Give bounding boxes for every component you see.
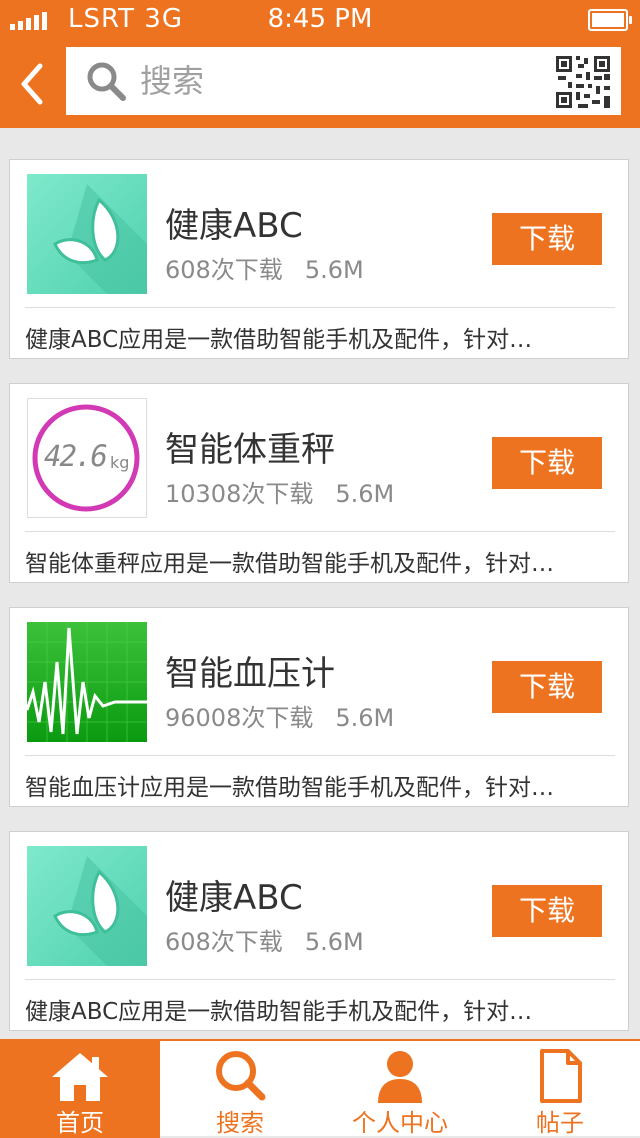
leaf-icon xyxy=(27,846,147,966)
app-card[interactable]: 智能血压计 96008次下载 5.6M 下载 智能血压计应用是一款借助智能手机及配… xyxy=(9,607,629,807)
back-button[interactable] xyxy=(16,62,56,106)
app-name: 智能血压计 xyxy=(165,654,335,694)
divider xyxy=(25,531,615,532)
search-icon xyxy=(87,62,126,101)
tab-label: 首页 xyxy=(56,1109,104,1137)
download-count: 608次下载 xyxy=(165,256,283,284)
download-count: 608次下载 xyxy=(165,928,283,956)
home-icon xyxy=(52,1053,108,1101)
app-description: 健康ABC应用是一款借助智能手机及配件，针对… xyxy=(25,999,533,1025)
scale-reading: 42.6 xyxy=(44,439,108,473)
download-button[interactable]: 下载 xyxy=(492,885,602,937)
tab-label: 帖子 xyxy=(536,1109,584,1137)
tab-bar: 首页 搜索 个人中心 帖子 xyxy=(0,1039,640,1138)
status-time: 8:45 PM xyxy=(267,4,373,34)
tab-label: 个人中心 xyxy=(352,1109,448,1137)
file-size: 5.6M xyxy=(304,928,364,956)
tab-profile[interactable]: 个人中心 xyxy=(320,1041,480,1138)
file-size: 5.6M xyxy=(304,256,364,284)
file-size: 5.6M xyxy=(335,704,395,732)
app-card[interactable]: 42.6 kg 智能体重秤 10308次下载 5.6M 下载 智能体重秤应用是一款… xyxy=(9,383,629,583)
app-description: 智能体重秤应用是一款借助智能手机及配件，针对… xyxy=(25,551,554,577)
status-bar: LSRT 3G 8:45 PM xyxy=(0,0,640,40)
search-input[interactable] xyxy=(140,55,540,107)
file-size: 5.6M xyxy=(335,480,395,508)
person-icon xyxy=(378,1051,422,1103)
app-description: 健康ABC应用是一款借助智能手机及配件，针对… xyxy=(25,327,533,353)
pulse-wave-icon xyxy=(27,622,147,742)
tab-label: 搜索 xyxy=(216,1109,264,1137)
leaf-icon xyxy=(27,174,147,294)
tab-search[interactable]: 搜索 xyxy=(160,1041,320,1138)
download-button[interactable]: 下载 xyxy=(492,437,602,489)
app-name: 健康ABC xyxy=(165,206,303,246)
divider xyxy=(25,979,615,980)
app-description: 智能血压计应用是一款借助智能手机及配件，针对… xyxy=(25,775,554,801)
divider xyxy=(25,307,615,308)
search-icon xyxy=(216,1051,266,1101)
download-button[interactable]: 下载 xyxy=(492,661,602,713)
app-card[interactable]: 健康ABC 608次下载 5.6M 下载 健康ABC应用是一款借助智能手机及配件，… xyxy=(9,159,629,359)
app-name: 健康ABC xyxy=(165,878,303,918)
qr-code-icon[interactable] xyxy=(556,56,610,108)
app-meta: 96008次下载 5.6M xyxy=(165,698,394,733)
download-count: 10308次下载 xyxy=(165,480,314,508)
chevron-left-icon xyxy=(21,63,43,105)
app-meta: 608次下载 5.6M xyxy=(165,250,364,285)
app-name: 智能体重秤 xyxy=(165,430,335,470)
scale-icon: 42.6 kg xyxy=(27,398,147,518)
app-meta: 608次下载 5.6M xyxy=(165,922,364,957)
tab-home[interactable]: 首页 xyxy=(0,1041,160,1138)
download-button[interactable]: 下载 xyxy=(492,213,602,265)
tab-posts[interactable]: 帖子 xyxy=(480,1041,640,1138)
battery-icon xyxy=(588,9,632,31)
header-bar: LSRT 3G 8:45 PM xyxy=(0,0,640,128)
divider xyxy=(25,755,615,756)
app-card[interactable]: 健康ABC 608次下载 5.6M 下载 健康ABC应用是一款借助智能手机及配件，… xyxy=(9,831,629,1031)
document-icon xyxy=(540,1049,582,1103)
scale-unit: kg xyxy=(110,453,130,472)
app-meta: 10308次下载 5.6M xyxy=(165,474,394,509)
download-count: 96008次下载 xyxy=(165,704,314,732)
search-bar[interactable] xyxy=(66,47,621,115)
